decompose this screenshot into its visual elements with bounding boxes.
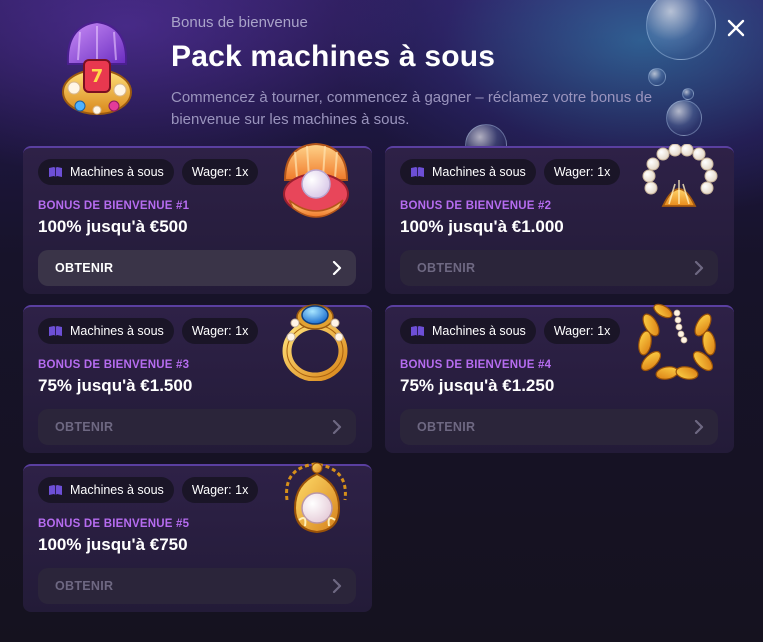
wager-label: Wager: 1x [553, 324, 611, 338]
bonus-offer: 75% jusqu'à €1.500 [38, 376, 193, 395]
claim-button[interactable]: OBTENIR [400, 250, 718, 286]
chevron-right-icon [332, 261, 342, 275]
treasure-shell-icon: 7 [58, 16, 136, 126]
wager-label: Wager: 1x [553, 165, 611, 179]
golden-wreath-icon [637, 301, 717, 386]
category-label: Machines à sous [70, 165, 164, 179]
book-icon [49, 326, 62, 336]
book-icon [411, 326, 424, 336]
chevron-right-icon [694, 420, 704, 434]
claim-button[interactable]: OBTENIR [38, 409, 356, 445]
category-pill: Machines à sous [38, 477, 174, 503]
claim-button[interactable]: OBTENIR [38, 568, 356, 604]
claim-label: OBTENIR [55, 579, 114, 593]
bonus-modal: 7 Bonus de bienvenue Pack machines à sou… [0, 0, 763, 642]
card-tags: Machines à sous Wager: 1x [38, 318, 259, 344]
wager-label: Wager: 1x [191, 324, 249, 338]
category-pill: Machines à sous [400, 159, 536, 185]
bonus-card-2: Machines à sous Wager: 1x BONUS DE BIENV… [385, 143, 734, 294]
bonus-label: BONUS DE BIENVENUE #5 [38, 518, 190, 530]
bonus-offer: 75% jusqu'à €1.250 [400, 376, 555, 395]
wager-label: Wager: 1x [191, 165, 249, 179]
card-tags: Machines à sous Wager: 1x [38, 159, 259, 185]
category-label: Machines à sous [432, 324, 526, 338]
pearl-shell-icon [279, 142, 353, 225]
bubble-decoration [648, 68, 666, 86]
book-icon [49, 167, 62, 177]
close-icon [727, 19, 745, 37]
wager-pill: Wager: 1x [181, 159, 259, 185]
bonus-offer: 100% jusqu'à €1.000 [400, 217, 564, 236]
bonus-offer: 100% jusqu'à €750 [38, 535, 188, 554]
svg-text:7: 7 [91, 66, 104, 87]
bonus-label: BONUS DE BIENVENUE #4 [400, 359, 552, 371]
category-pill: Machines à sous [38, 159, 174, 185]
wager-pill: Wager: 1x [543, 159, 621, 185]
card-tags: Machines à sous Wager: 1x [38, 477, 259, 503]
book-icon [411, 167, 424, 177]
wager-pill: Wager: 1x [181, 477, 259, 503]
modal-subtitle: Commencez à tourner, commencez à gagner … [171, 89, 653, 128]
claim-button[interactable]: OBTENIR [400, 409, 718, 445]
bonus-label: BONUS DE BIENVENUE #2 [400, 200, 552, 212]
chevron-right-icon [332, 420, 342, 434]
bonus-card-1: Machines à sous Wager: 1x BONUS DE BIENV… [23, 142, 372, 294]
card-tags: Machines à sous Wager: 1x [400, 318, 621, 344]
pearl-pendant-icon [277, 460, 355, 541]
category-pill: Machines à sous [400, 318, 536, 344]
claim-label: OBTENIR [417, 420, 476, 434]
modal-eyebrow: Bonus de bienvenue [171, 14, 308, 31]
close-button[interactable] [722, 14, 750, 42]
pearl-necklace-icon [639, 143, 719, 221]
claim-label: OBTENIR [55, 420, 114, 434]
category-label: Machines à sous [432, 165, 526, 179]
claim-label: OBTENIR [417, 261, 476, 275]
category-label: Machines à sous [70, 483, 164, 497]
wager-pill: Wager: 1x [181, 318, 259, 344]
bonus-label: BONUS DE BIENVENUE #3 [38, 359, 190, 371]
sapphire-ring-icon [281, 301, 353, 386]
bonus-card-4: Machines à sous Wager: 1x BONUS DE BIENV… [385, 303, 734, 453]
chevron-right-icon [332, 579, 342, 593]
claim-button[interactable]: OBTENIR [38, 250, 356, 286]
category-label: Machines à sous [70, 324, 164, 338]
bonus-card-3: Machines à sous Wager: 1x BONUS DE BIENV… [23, 304, 372, 453]
bonus-label: BONUS DE BIENVENUE #1 [38, 200, 190, 212]
modal-title: Pack machines à sous [171, 40, 496, 73]
book-icon [49, 485, 62, 495]
wager-pill: Wager: 1x [543, 318, 621, 344]
claim-label: OBTENIR [55, 261, 114, 275]
category-pill: Machines à sous [38, 318, 174, 344]
bonus-card-5: Machines à sous Wager: 1x BONUS DE BIENV… [23, 462, 372, 612]
card-tags: Machines à sous Wager: 1x [400, 159, 621, 185]
chevron-right-icon [694, 261, 704, 275]
wager-label: Wager: 1x [191, 483, 249, 497]
bonus-offer: 100% jusqu'à €500 [38, 217, 188, 236]
